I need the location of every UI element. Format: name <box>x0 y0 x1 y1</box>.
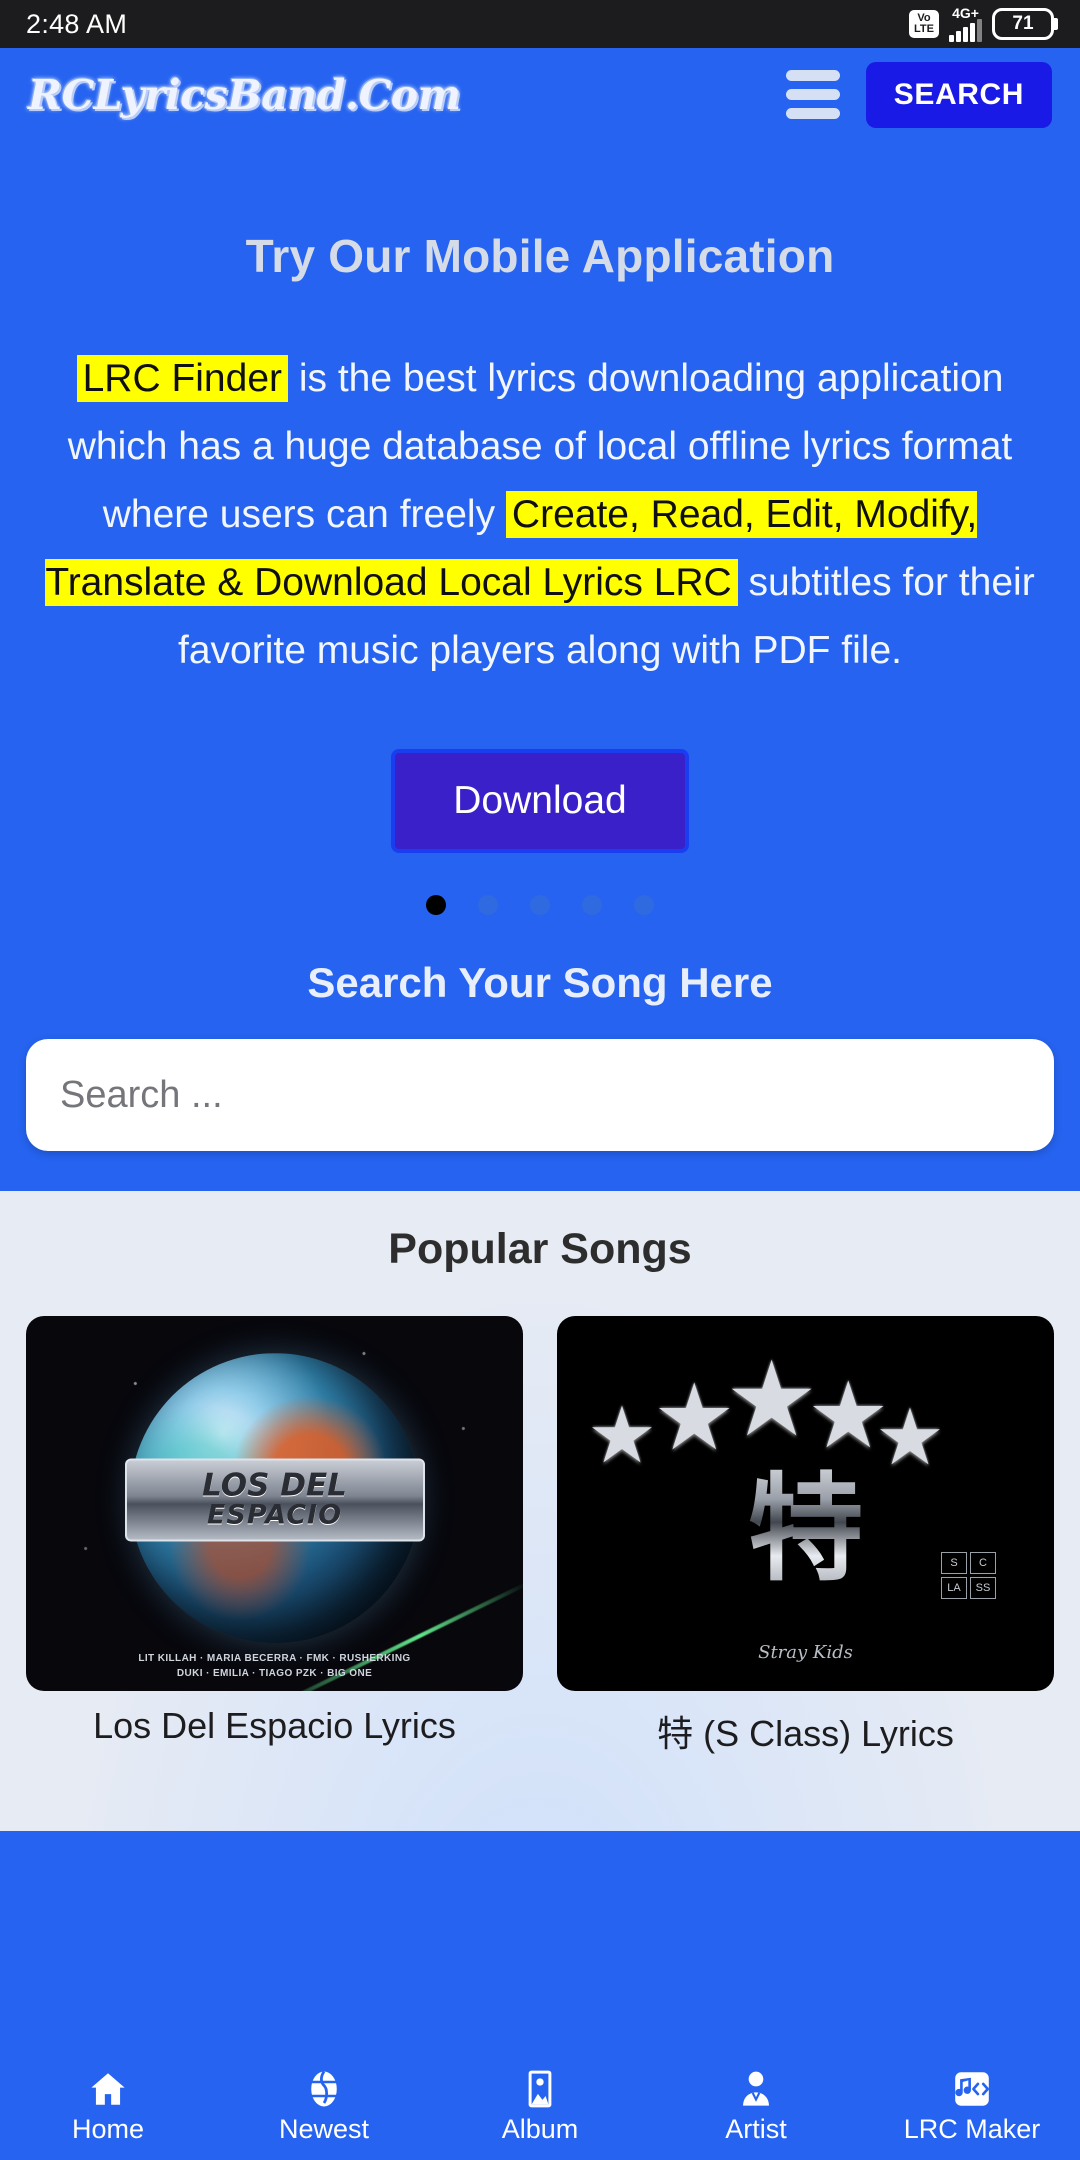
network-type-label: 4G+ <box>952 5 979 21</box>
carousel-dot[interactable] <box>530 895 550 915</box>
album-art-glyph: 特 <box>748 1435 864 1603</box>
download-button[interactable]: Download <box>391 749 689 853</box>
signal-bars-icon <box>949 19 982 42</box>
album-art-title: LOS DEL ESPACIO <box>124 1458 425 1542</box>
hero-section: Try Our Mobile Application LRC Finder is… <box>0 229 1080 1007</box>
song-card[interactable]: LOS DEL ESPACIO LIT KILLAH · MARIA BECER… <box>26 1316 523 1757</box>
person-icon <box>733 2068 779 2110</box>
music-code-icon <box>949 2068 995 2110</box>
carousel-dots <box>26 895 1054 915</box>
album-art: LOS DEL ESPACIO LIT KILLAH · MARIA BECER… <box>26 1316 523 1691</box>
album-art-signature: Stray Kids <box>758 1642 853 1663</box>
nav-item-album[interactable]: Album <box>432 2068 648 2145</box>
song-card-title: 特 (S Class) Lyrics <box>657 1713 954 1754</box>
album-art-title-line1: LOS DEL <box>202 1467 347 1504</box>
nav-item-artist[interactable]: Artist <box>648 2068 864 2145</box>
star-icon: ★ <box>587 1391 657 1479</box>
nav-item-newest[interactable]: Newest <box>216 2068 432 2145</box>
carousel-dot[interactable] <box>582 895 602 915</box>
nav-label-lrc-maker: LRC Maker <box>903 2113 1041 2144</box>
header-actions: SEARCH <box>785 61 1052 128</box>
volte-bottom-label: LTE <box>914 23 934 35</box>
credits-line-1: LIT KILLAH · MARIA BECERRA · FMK · RUSHE… <box>138 1653 411 1664</box>
popular-songs-section: Popular Songs LOS DEL ESPACIO LIT KILLAH… <box>0 1191 1080 1831</box>
status-icons: Vo LTE 4G+ 71 <box>909 6 1058 42</box>
s-class-box-graphic: S C LA SS <box>941 1552 996 1599</box>
signal-icon: 4G+ <box>949 6 982 42</box>
carousel-dot[interactable] <box>478 895 498 915</box>
volte-icon: Vo LTE <box>909 10 939 38</box>
hero-paragraph: LRC Finder is the best lyrics downloadin… <box>26 345 1054 685</box>
bottom-navigation: Home Newest Album Artist LRC Maker <box>0 2052 1080 2160</box>
popular-songs-title: Popular Songs <box>388 1225 692 1273</box>
status-time: 2:48 AM <box>26 8 128 39</box>
globe-icon <box>301 2068 347 2110</box>
nav-label-album: Album <box>501 2113 579 2144</box>
song-card-title: Los Del Espacio Lyrics <box>93 1705 456 1746</box>
download-button-wrap: Download <box>26 749 1054 853</box>
status-bar: 2:48 AM Vo LTE 4G+ 71 <box>0 0 1080 48</box>
nav-label-artist: Artist <box>725 2113 787 2144</box>
s-class-box-cell: SS <box>970 1577 996 1599</box>
nav-item-home[interactable]: Home <box>0 2068 216 2145</box>
album-image-icon <box>517 2068 563 2110</box>
search-placeholder: Search ... <box>60 1073 223 1116</box>
nav-label-home: Home <box>71 2113 145 2144</box>
hero-title: Try Our Mobile Application <box>245 230 835 282</box>
search-button[interactable]: SEARCH <box>865 61 1052 128</box>
s-class-box-cell: C <box>970 1552 996 1574</box>
star-icon: ★ <box>875 1393 945 1481</box>
carousel-dot[interactable] <box>426 895 446 915</box>
s-class-box-cell: LA <box>941 1577 967 1599</box>
app-header: RCLyricsBand.Com SEARCH <box>0 48 1080 141</box>
carousel-dot[interactable] <box>634 895 654 915</box>
s-class-box-cell: S <box>941 1552 967 1574</box>
album-art-title-line2: ESPACIO <box>206 1499 343 1531</box>
album-art-credits: LIT KILLAH · MARIA BECERRA · FMK · RUSHE… <box>26 1651 523 1681</box>
hamburger-icon[interactable] <box>785 70 840 119</box>
highlight-lrc-finder: LRC Finder <box>76 355 288 402</box>
battery-level: 71 <box>1012 13 1034 34</box>
site-logo[interactable]: RCLyricsBand.Com <box>28 71 461 119</box>
app-screen: 2:48 AM Vo LTE 4G+ 71 RCLyricsBand.Com S… <box>0 0 1080 2160</box>
battery-icon: 71 <box>992 8 1058 40</box>
nav-item-lrc-maker[interactable]: LRC Maker <box>864 2068 1080 2145</box>
search-input[interactable]: Search ... <box>26 1039 1054 1151</box>
credits-line-2: DUKI · EMILIA · TIAGO PZK · BIG ONE <box>176 1668 373 1679</box>
nav-label-newest: Newest <box>278 2113 370 2144</box>
song-card-list: LOS DEL ESPACIO LIT KILLAH · MARIA BECER… <box>0 1316 1080 1757</box>
search-section-title: Search Your Song Here <box>307 959 773 1006</box>
album-art: ★ ★ ★ ★ ★ 特 S C LA SS Stray Kids <box>557 1316 1054 1691</box>
home-icon <box>85 2068 131 2110</box>
star-icon: ★ <box>653 1367 736 1469</box>
song-card[interactable]: ★ ★ ★ ★ ★ 特 S C LA SS Stray Kids 特 (S Cl… <box>557 1316 1054 1757</box>
